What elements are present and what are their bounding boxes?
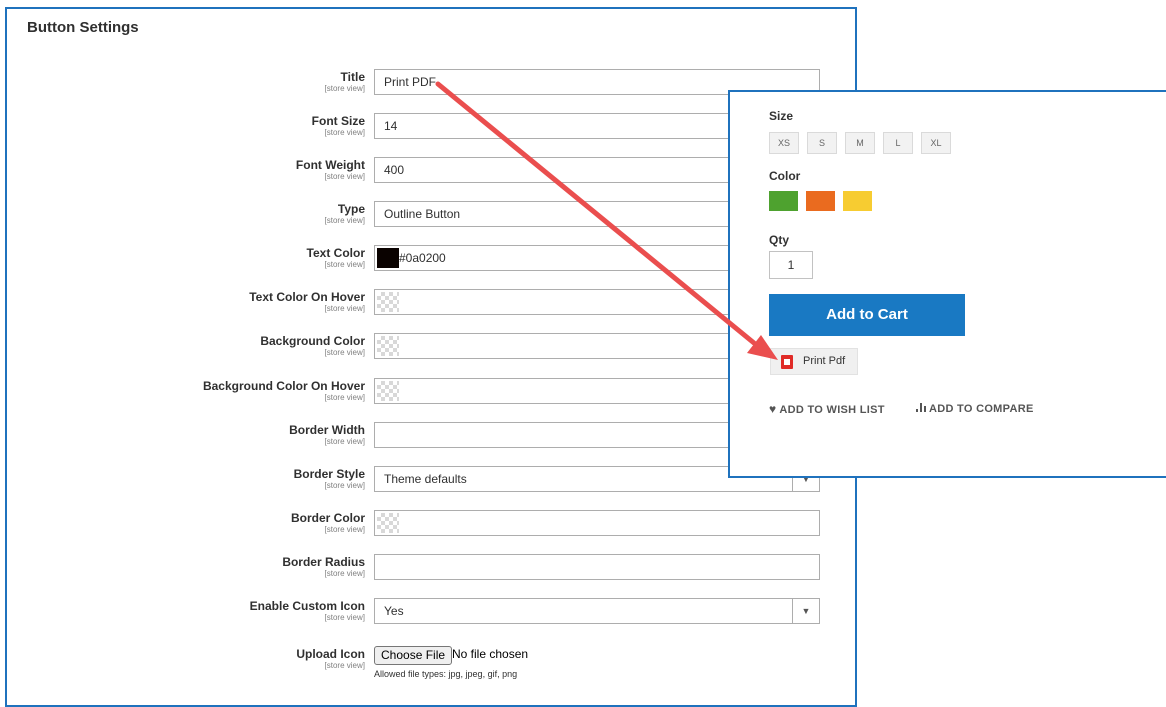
choose-file-button[interactable]: Choose File xyxy=(374,646,453,665)
border-style-value: Theme defaults xyxy=(384,472,467,486)
scope-label: [store view] xyxy=(324,393,365,402)
border-radius-row: Border Radius [store view] xyxy=(7,554,859,584)
compare-icon xyxy=(916,402,926,412)
scope-label: [store view] xyxy=(324,260,365,269)
size-label: Size xyxy=(769,109,794,123)
scope-label: [store view] xyxy=(324,84,365,93)
size-option-xl[interactable]: XL xyxy=(921,132,951,154)
wishlist-label: ADD TO WISH LIST xyxy=(779,404,885,416)
panel-title: Button Settings xyxy=(27,19,139,36)
text-color-value: #0a0200 xyxy=(399,251,446,265)
transparent-swatch[interactable] xyxy=(377,381,399,401)
heart-icon: ♥ xyxy=(769,402,777,416)
scope-label: [store view] xyxy=(324,661,365,670)
background-color-hover-label: Background Color On Hover xyxy=(202,379,365,393)
qty-label: Qty xyxy=(769,233,790,247)
file-status: No file chosen xyxy=(452,647,529,661)
text-color-hover-label: Text Color On Hover xyxy=(249,290,365,304)
border-width-label: Border Width xyxy=(289,423,365,437)
title-label: Title xyxy=(340,70,365,84)
color-label: Color xyxy=(769,169,801,183)
qty-input[interactable]: 1 xyxy=(769,251,813,279)
upload-icon-label: Upload Icon xyxy=(296,647,365,661)
border-radius-label: Border Radius xyxy=(282,555,365,569)
color-swatch[interactable] xyxy=(377,248,399,268)
border-color-label: Border Color xyxy=(290,511,365,525)
size-option-l[interactable]: L xyxy=(883,132,913,154)
allowed-file-types-note: Allowed file types: jpg, jpeg, gif, png xyxy=(374,669,518,679)
transparent-swatch[interactable] xyxy=(377,513,399,533)
add-to-cart-button[interactable]: Add to Cart xyxy=(769,294,965,336)
transparent-swatch[interactable] xyxy=(377,336,399,356)
color-swatch-yellow[interactable] xyxy=(843,191,872,211)
font-weight-label: Font Weight xyxy=(295,158,365,172)
size-option-s[interactable]: S xyxy=(807,132,837,154)
border-color-input[interactable] xyxy=(374,510,820,536)
size-option-m[interactable]: M xyxy=(845,132,875,154)
scope-label: [store view] xyxy=(324,481,365,490)
scope-label: [store view] xyxy=(324,437,365,446)
text-color-label: Text Color xyxy=(306,246,365,260)
add-to-compare-link[interactable]: ADD TO COMPARE xyxy=(916,402,1034,415)
border-style-label: Border Style xyxy=(293,467,365,481)
color-swatch-orange[interactable] xyxy=(806,191,835,211)
size-option-xs[interactable]: XS xyxy=(769,132,799,154)
border-color-row: Border Color [store view] xyxy=(7,510,859,540)
print-pdf-button[interactable]: Print Pdf xyxy=(770,348,858,375)
print-pdf-label: Print Pdf xyxy=(803,355,846,367)
scope-label: [store view] xyxy=(324,172,365,181)
border-radius-input[interactable] xyxy=(374,554,820,580)
scope-label: [store view] xyxy=(324,304,365,313)
background-color-label: Background Color xyxy=(260,334,365,348)
enable-custom-icon-label: Enable Custom Icon xyxy=(249,599,365,613)
enable-custom-icon-value: Yes xyxy=(384,604,404,618)
scope-label: [store view] xyxy=(324,569,365,578)
font-size-label: Font Size xyxy=(311,114,365,128)
pdf-icon xyxy=(781,355,793,369)
product-preview-panel: Size XS S M L XL Color Qty 1 Add to Cart… xyxy=(728,90,1166,478)
scope-label: [store view] xyxy=(324,216,365,225)
type-label: Type xyxy=(337,202,365,216)
add-to-wishlist-link[interactable]: ♥ ADD TO WISH LIST xyxy=(769,402,885,416)
compare-label: ADD TO COMPARE xyxy=(928,403,1034,415)
color-swatch-green[interactable] xyxy=(769,191,798,211)
upload-icon-row: Upload Icon [store view] Choose File No … xyxy=(7,646,859,686)
chevron-down-icon[interactable]: ▼ xyxy=(792,599,819,623)
enable-custom-icon-row: Enable Custom Icon [store view] Yes ▼ xyxy=(7,598,859,628)
scope-label: [store view] xyxy=(324,348,365,357)
enable-custom-icon-select[interactable]: Yes ▼ xyxy=(374,598,820,624)
scope-label: [store view] xyxy=(324,525,365,534)
scope-label: [store view] xyxy=(324,613,365,622)
transparent-swatch[interactable] xyxy=(377,292,399,312)
scope-label: [store view] xyxy=(324,128,365,137)
